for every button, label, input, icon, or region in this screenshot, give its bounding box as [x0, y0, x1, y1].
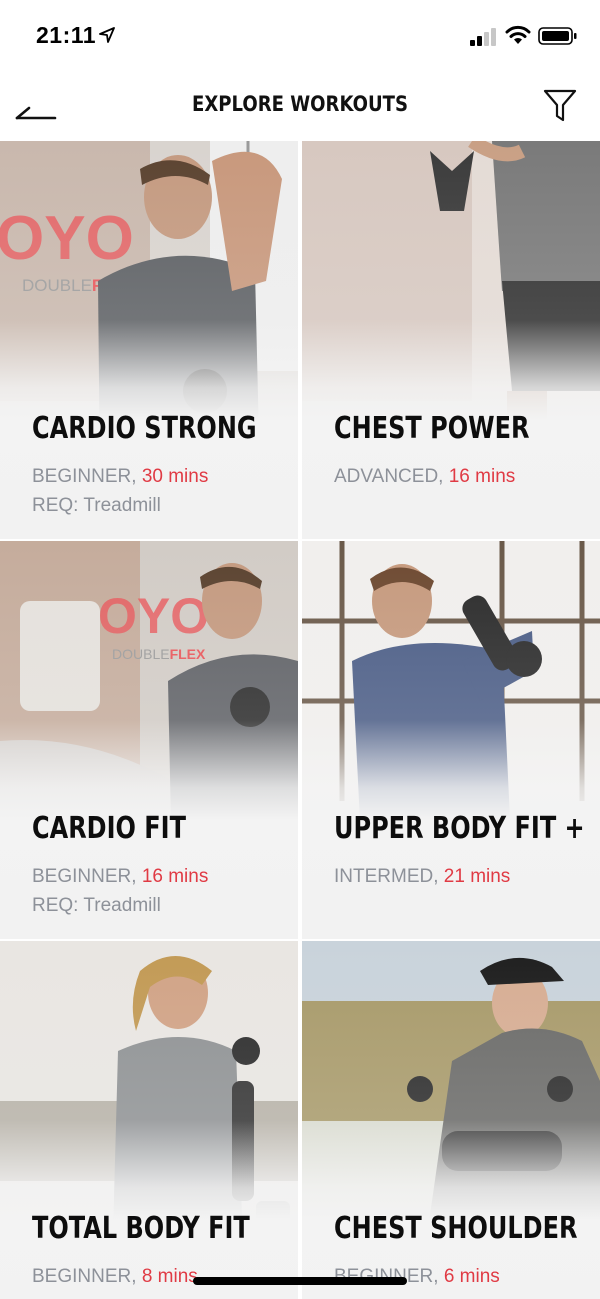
- workout-card-cardio-fit[interactable]: OYO DOUBLEFLEX CARDIO FIT BEGINNER, 16 m…: [0, 541, 298, 939]
- battery-icon: [538, 27, 577, 45]
- workout-title: CHEST POWER: [334, 411, 530, 446]
- home-indicator[interactable]: [193, 1277, 407, 1285]
- workout-duration: 30 mins: [141, 466, 209, 487]
- nav-bar: EXPLORE WORKOUTS: [0, 70, 600, 142]
- workout-card-chest-shoulder[interactable]: CHEST SHOULDER BEGINNER, 6 mins: [302, 941, 600, 1299]
- wifi-icon: [505, 25, 531, 44]
- workout-requirement: REQ: Treadmill: [32, 895, 161, 916]
- workout-meta: ADVANCED, 16 mins: [334, 466, 515, 488]
- workout-duration: 16 mins: [141, 866, 209, 887]
- status-bar: 21:11: [0, 0, 600, 70]
- cellular-signal-icon: [470, 28, 496, 46]
- location-arrow-icon: [99, 27, 115, 43]
- workout-requirement: REQ: Treadmill: [32, 495, 161, 516]
- workout-title: TOTAL BODY FIT: [32, 1211, 250, 1246]
- workout-title: CARDIO STRONG: [32, 411, 257, 446]
- workout-duration: 6 mins: [443, 1266, 500, 1287]
- workout-title: CARDIO FIT: [32, 811, 186, 846]
- workout-card-cardio-strong[interactable]: OYO DOUBLEFLEX CARDIO STRONG BEGINNER, 3…: [0, 141, 298, 539]
- workout-level: BEGINNER,: [32, 1266, 137, 1287]
- workout-card-total-body-fit[interactable]: TOTAL BODY FIT BEGINNER, 8 mins: [0, 941, 298, 1299]
- workout-card-chest-power[interactable]: CHEST POWER ADVANCED, 16 mins: [302, 141, 600, 539]
- workout-duration: 8 mins: [141, 1266, 198, 1287]
- workout-duration: 16 mins: [448, 466, 516, 487]
- workout-card-upper-body-fit-plus[interactable]: UPPER BODY FIT + INTERMED, 21 mins: [302, 541, 600, 939]
- workout-meta: BEGINNER, 30 mins: [32, 466, 208, 488]
- workout-meta: BEGINNER, 16 mins: [32, 866, 208, 888]
- workout-level: BEGINNER,: [32, 466, 137, 487]
- workout-level: ADVANCED,: [334, 466, 444, 487]
- filter-funnel-icon: [543, 89, 577, 122]
- workout-level: INTERMED,: [334, 866, 439, 887]
- workout-grid: OYO DOUBLEFLEX CARDIO STRONG BEGINNER, 3…: [0, 141, 600, 1299]
- workout-level: BEGINNER,: [32, 866, 137, 887]
- filter-button[interactable]: [540, 86, 580, 126]
- status-time: 21:11: [36, 22, 97, 48]
- workout-meta: BEGINNER, 8 mins: [32, 1266, 198, 1288]
- workout-title: CHEST SHOULDER: [334, 1211, 578, 1246]
- workout-title: UPPER BODY FIT +: [334, 811, 585, 846]
- page-title: EXPLORE WORKOUTS: [192, 92, 408, 116]
- workout-meta: INTERMED, 21 mins: [334, 866, 510, 888]
- workout-duration: 21 mins: [443, 866, 511, 887]
